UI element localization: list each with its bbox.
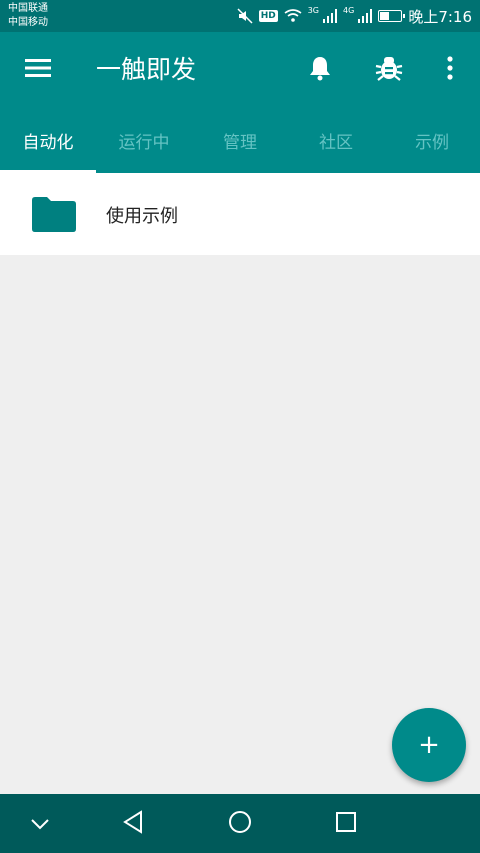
app-title: 一触即发 <box>96 55 197 84</box>
tab-running[interactable]: 运行中 <box>96 108 192 173</box>
add-fab-button[interactable]: + <box>392 708 466 782</box>
nav-recents-button[interactable] <box>326 804 366 844</box>
battery-level <box>380 12 390 20</box>
status-bar: 中国联通 中国移动 HD 3G 4G 晚上7:16 <box>0 0 480 32</box>
battery-icon <box>378 10 406 22</box>
hamburger-menu-icon <box>25 58 51 82</box>
back-triangle-icon <box>122 810 144 838</box>
bug-icon <box>375 54 403 86</box>
menu-button[interactable] <box>20 52 56 88</box>
recents-square-icon <box>335 811 357 837</box>
carrier-info: 中国联通 中国移动 <box>8 2 48 30</box>
folder-icon <box>32 196 76 232</box>
signal-icon-2 <box>358 9 373 23</box>
network-type-2: 4G <box>343 6 355 15</box>
wifi-icon <box>284 9 302 23</box>
app-bar: 一触即发 <box>0 32 480 108</box>
nav-hide-button[interactable] <box>20 804 60 844</box>
clock: 晚上7:16 <box>408 7 472 26</box>
more-vert-icon <box>446 56 454 84</box>
nav-back-button[interactable] <box>113 804 153 844</box>
tab-manage[interactable]: 管理 <box>192 108 288 173</box>
home-circle-icon <box>228 810 252 838</box>
status-icons: HD 3G 4G 晚上7:16 <box>237 0 472 32</box>
tab-examples[interactable]: 示例 <box>384 108 480 173</box>
list-item[interactable]: 使用示例 <box>0 173 480 255</box>
debug-button[interactable] <box>371 52 407 88</box>
tab-automation[interactable]: 自动化 <box>0 108 96 173</box>
signal-icon-1 <box>323 9 338 23</box>
tab-community[interactable]: 社区 <box>288 108 384 173</box>
bell-icon <box>309 55 331 85</box>
notification-button[interactable] <box>302 52 338 88</box>
system-nav-bar <box>0 794 480 853</box>
carrier-2: 中国移动 <box>8 17 48 28</box>
chevron-down-icon <box>31 815 49 834</box>
hd-badge: HD <box>258 10 278 22</box>
carrier-1: 中国联通 <box>8 3 48 14</box>
plus-icon: + <box>418 730 440 760</box>
mute-icon <box>237 8 253 24</box>
nav-home-button[interactable] <box>220 804 260 844</box>
content-area: 使用示例 <box>0 173 480 794</box>
list-item-label: 使用示例 <box>106 206 178 227</box>
network-type-1: 3G <box>307 6 320 15</box>
tab-bar: 自动化 运行中 管理 社区 示例 <box>0 108 480 173</box>
more-options-button[interactable] <box>432 52 468 88</box>
